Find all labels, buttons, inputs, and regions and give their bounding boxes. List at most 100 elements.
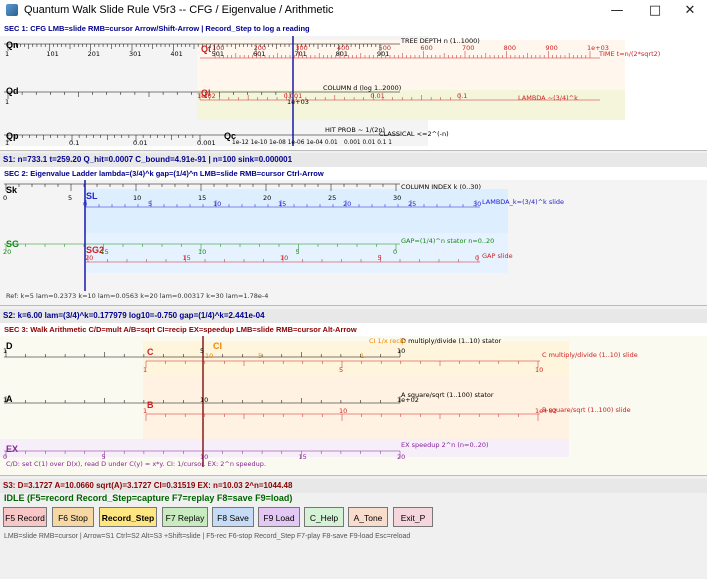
qt-tick-label: 100 — [212, 44, 225, 52]
section-arithmetic: SEC 3: Walk Arithmetic C/D=mult A/B=sqrt… — [0, 323, 707, 476]
sec1-header: SEC 1: CFG LMB=slide RMB=cursor Arrow/Sh… — [4, 24, 310, 33]
gap-slide-label: GAP slide — [482, 252, 513, 260]
sg-tick-label: 20 — [3, 248, 12, 256]
sg-tick-label: 10 — [198, 248, 207, 256]
sec2-canvas — [0, 180, 707, 305]
column-index-label: COLUMN INDEX k (0..30) — [401, 183, 482, 191]
scale-sl-label[interactable]: SL — [86, 191, 98, 201]
maximize-button[interactable]: □ — [637, 0, 673, 22]
lambda-label: LAMBDA ~(3/4)^k — [518, 94, 578, 102]
hit-prob-label: HIT PROB ~ 1/(2n) — [325, 126, 386, 134]
status-s3: S3: D=3.1727 A=10.0660 sqrt(A)=3.1727 CI… — [0, 479, 707, 493]
qn-tick-label: 101 — [46, 50, 59, 58]
scale-qd-label[interactable]: Qd — [6, 86, 19, 96]
ref-values: Ref: k=5 lam=0.2373 k=10 lam=0.0563 k=20… — [6, 292, 269, 300]
a-stator-label: A square/sqrt (1..100) stator — [401, 391, 494, 399]
sg-tick-label: 5 — [295, 248, 300, 256]
qn-tick-label: 201 — [87, 50, 101, 58]
save-button[interactable]: F8 Save — [212, 507, 254, 527]
ql-tick-label: 0.001 — [283, 92, 303, 100]
sg2-tick-label: 0 — [475, 254, 480, 262]
replay-button[interactable]: F7 Replay — [162, 507, 208, 527]
stop-button[interactable]: F6 Stop — [52, 507, 94, 527]
qt-tick-label: 800 — [503, 44, 517, 52]
sk-tick-label: 0 — [3, 194, 8, 202]
d-tick-label: 1 — [3, 347, 8, 355]
record-step-button[interactable]: Record_Step — [99, 507, 157, 527]
c-tick-label: 1 — [143, 366, 148, 374]
qn-tick-label: 1 — [5, 50, 10, 58]
scale-ex-label[interactable]: EX — [6, 444, 18, 454]
status-s2: S2: k=6.00 lam=(3/4)^k=0.177979 log10=-0… — [0, 309, 707, 323]
d-tick-label: 10 — [397, 347, 406, 355]
sl-tick-label: 0 — [83, 200, 88, 208]
sk-tick-label: 20 — [263, 194, 272, 202]
minimize-button[interactable]: — — [599, 0, 635, 22]
tree-depth-label: TREE DEPTH n (1..1000) — [401, 37, 480, 45]
sl-tick-label: 30 — [473, 200, 482, 208]
lambda-slide-label: LAMBDA_k=(3/4)^k slide — [482, 198, 565, 206]
qp-tick-label: 0.001 — [197, 139, 216, 147]
qt-tick-label: 900 — [545, 44, 558, 52]
sk-tick-label: 15 — [198, 194, 207, 202]
sk-tick-label: 5 — [68, 194, 73, 202]
sec3-hint: C/D: set C(1) over D(x), read D under C(… — [6, 460, 266, 468]
ci-recip-label: CI 1/x recip — [369, 337, 406, 345]
ex-tick-label: 20 — [397, 453, 406, 461]
b-tick-label: 10 — [339, 407, 348, 415]
ci-tick-label: 10 — [205, 352, 214, 360]
qt-tick-label: 300 — [295, 44, 308, 52]
section-cfg: SEC 1: CFG LMB=slide RMB=cursor Arrow/Sh… — [0, 22, 707, 151]
tone-button[interactable]: A_Tone — [348, 507, 388, 527]
ql-tick-label: 0.1 — [457, 92, 468, 100]
sg2-tick-label: 10 — [280, 254, 289, 262]
classical-label: CLASSICAL <=2^(-n) — [379, 130, 449, 138]
sk-tick-label: 25 — [328, 194, 337, 202]
c-tick-label: 10 — [535, 366, 544, 374]
scale-qt-label[interactable]: Qt — [201, 44, 211, 54]
load-button[interactable]: F9 Load — [258, 507, 300, 527]
qc-tick-labels: 1e-12 1e-10 1e-08 1e-06 1e-04 0.01 — [232, 140, 338, 146]
record-button[interactable]: F5 Record — [3, 507, 47, 527]
idle-status: IDLE (F5=record Record_Step=capture F7=r… — [4, 493, 293, 503]
sl-tick-label: 25 — [408, 200, 417, 208]
scale-b-label[interactable]: B — [147, 400, 154, 410]
sec2-header: SEC 2: Eigenvalue Ladder lambda=(3/4)^k … — [4, 169, 324, 178]
sl-tick-label: 20 — [343, 200, 352, 208]
close-button[interactable]: ✕ — [672, 0, 707, 22]
ci-tick-label: 1 — [360, 352, 365, 360]
qn-tick-label: 401 — [170, 50, 183, 58]
button-bar: F5 Record F6 Stop Record_Step F7 Replay … — [0, 507, 707, 529]
sl-tick-label: 15 — [278, 200, 287, 208]
b-slide-label: B square/sqrt (1..100) slide — [542, 406, 631, 414]
b-tick-label: 1 — [143, 407, 148, 415]
qt-tick-label: 700 — [462, 44, 475, 52]
scale-ci-label[interactable]: CI — [213, 341, 222, 351]
help-button[interactable]: C_Help — [304, 507, 344, 527]
qt-tick-label: 400 — [337, 44, 350, 52]
column-d-label: COLUMN d (log 1..2000) — [323, 84, 402, 92]
a-tick-label: 10 — [200, 396, 209, 404]
scale-sk-label[interactable]: Sk — [6, 185, 17, 195]
qt-tick-label: 500 — [378, 44, 392, 52]
scale-c-label[interactable]: C — [147, 347, 154, 357]
qt-tick-label: 200 — [253, 44, 267, 52]
sg-tick-label: 15 — [100, 248, 109, 256]
ci-tick-label: 5 — [258, 352, 263, 360]
qd-tick-label: 1 — [5, 98, 10, 106]
sk-tick-label: 10 — [133, 194, 142, 202]
footer-hints: LMB=slide RMB=cursor | Arrow=S1 Ctrl=S2 … — [4, 533, 411, 540]
gap-stator-label: GAP=(1/4)^n stator n=0..20 — [401, 237, 495, 245]
time-label: TIME t=n/(2*sqrt2) — [599, 50, 661, 58]
a-tick-label: 1 — [3, 396, 8, 404]
qn-tick-label: 301 — [129, 50, 142, 58]
qt-tick-label: 600 — [420, 44, 433, 52]
c-tick-label: 5 — [339, 366, 344, 374]
exit-button[interactable]: Exit_P — [393, 507, 433, 527]
d-stator-label: D multiply/divide (1..10) stator — [401, 337, 502, 345]
window-title: Quantum Walk Slide Rule V5r3 -- CFG / Ei… — [24, 4, 334, 16]
d-tick-label: 5 — [200, 347, 205, 355]
qp-tick-label: 0.1 — [69, 139, 80, 147]
sec3-header: SEC 3: Walk Arithmetic C/D=mult A/B=sqrt… — [4, 325, 357, 334]
scale-qn-label[interactable]: Qn — [6, 40, 19, 50]
